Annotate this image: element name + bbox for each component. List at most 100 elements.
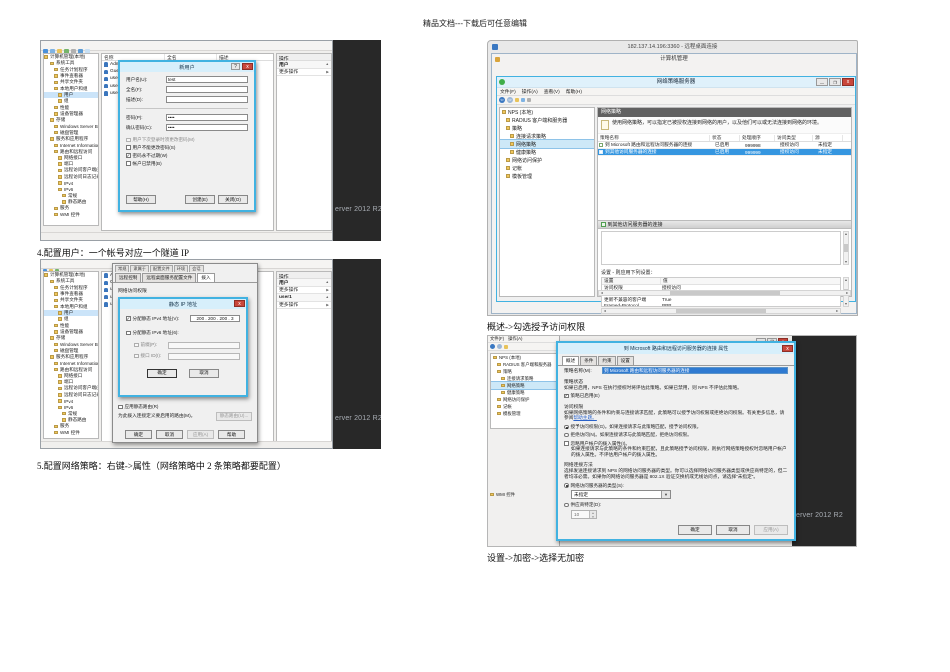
scroll-left-icon[interactable]: ◄ xyxy=(600,291,603,295)
tree-item[interactable]: 健康策略 xyxy=(500,148,594,156)
policy-row[interactable]: 到其他访问服务器的连接 已启用 999999 授权访问 未指定 xyxy=(598,149,851,156)
horizontal-scrollbar[interactable]: ◄ ► xyxy=(601,308,841,314)
menu-item[interactable]: 查看(V) xyxy=(541,88,563,95)
action-row[interactable]: 更多操作 xyxy=(277,302,331,309)
dialog-button[interactable]: 确定 xyxy=(125,430,152,439)
scroll-right-icon[interactable]: ► xyxy=(846,291,849,295)
close-button[interactable]: 关闭(O) xyxy=(218,195,248,204)
menu-item[interactable]: 文件(F) xyxy=(497,88,519,95)
policy-column-header[interactable]: 源 xyxy=(813,134,843,141)
toolbar-icon[interactable] xyxy=(504,344,508,349)
assign-ipv4-checkbox[interactable]: 分配静态 IPv4 地址(V): xyxy=(126,316,190,322)
tree-item[interactable]: RADIUS 客户端和服务器 xyxy=(500,116,594,124)
tab[interactable]: 远程控制 xyxy=(115,273,142,282)
create-button[interactable]: 创建(E) xyxy=(185,195,215,204)
toolbar-icon[interactable] xyxy=(527,98,531,102)
scroll-left-icon[interactable]: ◄ xyxy=(603,309,606,313)
menu-item[interactable]: 操作(A) xyxy=(506,336,524,342)
back-icon[interactable]: ⇦ xyxy=(499,97,505,103)
confirm-password-input[interactable]: •••• xyxy=(166,124,248,131)
scroll-up-icon[interactable]: ▲ xyxy=(844,232,847,236)
tree-item[interactable]: 连接请求策略 xyxy=(491,375,556,382)
vendor-specific-radio[interactable]: 供应商特定(D): xyxy=(564,502,788,508)
tab[interactable]: 常规 xyxy=(115,265,130,272)
policy-name-input[interactable]: 到 Microsoft 路由和远程访问服务器的连接 xyxy=(602,367,788,374)
ipv4-address-input[interactable]: 200 . 200 . 200 . 3 xyxy=(190,315,240,322)
toolbar-icon[interactable] xyxy=(521,98,525,102)
tab[interactable]: 拨入 xyxy=(197,273,215,282)
close-icon[interactable]: x xyxy=(242,63,253,70)
scroll-down-icon[interactable]: ▼ xyxy=(844,302,847,306)
username-input[interactable]: test xyxy=(166,76,248,83)
fullname-input[interactable] xyxy=(166,86,248,93)
tree-item[interactable]: 策略 xyxy=(500,124,594,132)
tree-item[interactable]: 策略 xyxy=(491,368,556,375)
menu-item[interactable]: 文件(F) xyxy=(488,336,506,342)
minimize-icon[interactable]: — xyxy=(816,78,828,86)
policy-column-header[interactable]: 状态 xyxy=(710,134,740,141)
desc-input[interactable] xyxy=(166,96,248,103)
deny-access-radio[interactable]: 拒绝访问(N)。如果连接请求与此策略匹配，拒绝访问权限。 xyxy=(564,432,788,438)
tab[interactable]: 约束 xyxy=(598,356,616,365)
setting-row[interactable]: Framed-Protocol PPP xyxy=(602,303,840,306)
tree-item[interactable]: 健康策略 xyxy=(491,389,556,396)
scroll-down-icon[interactable]: ▼ xyxy=(844,260,847,264)
tree-item[interactable]: WMI 控件 xyxy=(44,429,98,435)
tab[interactable]: 远程桌面服务配置文件 xyxy=(142,273,197,282)
tree-item[interactable]: WMI 控件 xyxy=(44,211,98,217)
nas-type-dropdown[interactable]: 未指定 ▼ xyxy=(571,490,671,500)
scroll-right-icon[interactable]: ► xyxy=(836,309,839,313)
interface-id-input[interactable] xyxy=(168,352,240,360)
tree-item[interactable]: 网络策略 xyxy=(491,381,556,390)
policy-column-header[interactable]: 处理顺序 xyxy=(740,134,775,141)
grant-access-radio[interactable]: 授予访问权限(G)。如果连接请求与此策略匹配，授予访问权限。 xyxy=(564,424,788,430)
dialog-button[interactable]: 帮助 xyxy=(218,430,245,439)
tree-item[interactable]: 模板管理 xyxy=(500,172,594,180)
tree-item[interactable]: NPS (本地) xyxy=(491,354,556,361)
tree-item[interactable]: NPS (本地) xyxy=(500,108,594,116)
forward-icon[interactable] xyxy=(497,344,502,349)
menu-item[interactable]: 帮助(H) xyxy=(563,88,585,95)
settings-col-key[interactable]: 设置 xyxy=(602,278,658,284)
scroll-up-icon[interactable]: ▲ xyxy=(844,278,847,282)
tab[interactable]: 概述 xyxy=(562,356,580,365)
static-routes-button[interactable]: 静态路由(U)... xyxy=(216,411,252,421)
action-row[interactable]: 更多操作 xyxy=(277,287,331,294)
close-icon[interactable]: x xyxy=(842,78,854,86)
tab[interactable]: 条件 xyxy=(580,356,598,365)
policy-column-header[interactable]: 访问类型 xyxy=(775,134,813,141)
tree-item[interactable]: 记帐 xyxy=(491,403,556,410)
tree-item[interactable]: 模板管理 xyxy=(491,410,556,417)
ok-button[interactable]: 确定 xyxy=(147,368,177,378)
checkbox-row[interactable]: 密码永不过期(W) xyxy=(126,153,248,159)
tab[interactable]: 环境 xyxy=(173,265,189,272)
more-actions[interactable]: 更多操作 xyxy=(277,69,331,76)
cancel-button[interactable]: 取消 xyxy=(189,368,219,378)
tree-item-wmi[interactable]: WMI 控件 xyxy=(488,491,559,498)
tab[interactable]: 配置文件 xyxy=(149,265,173,272)
vendor-specific-spinner[interactable]: 10 ▲ ▼ xyxy=(571,510,597,520)
dialog-button[interactable]: 确定 xyxy=(678,525,712,535)
tab[interactable]: 会话 xyxy=(189,265,204,272)
static-routes-checkbox[interactable]: 应用静态路由(R) xyxy=(118,404,252,410)
close-icon[interactable]: x xyxy=(782,344,793,352)
spinner-icons[interactable]: ▲ ▼ xyxy=(589,511,596,519)
help-icon[interactable]: ? xyxy=(231,63,240,70)
maximize-icon[interactable]: ❐ xyxy=(829,78,841,86)
dialog-button[interactable]: 取消 xyxy=(156,430,183,439)
policy-enabled-checkbox[interactable]: 策略已启用(E) xyxy=(564,393,788,399)
nas-type-radio[interactable]: 网络访问服务器的类型(S): xyxy=(564,483,788,489)
tree-item[interactable]: 记帐 xyxy=(500,164,594,172)
password-input[interactable]: •••• xyxy=(166,114,248,121)
tree-item[interactable]: 网络访问保护 xyxy=(491,396,556,403)
tab[interactable]: 设置 xyxy=(616,356,634,365)
dialog-button[interactable]: 应用(A) xyxy=(754,525,788,535)
checkbox-row[interactable]: 帐户已禁用(B) xyxy=(126,161,248,167)
pane-horizontal-scrollbar[interactable]: ◄ ► xyxy=(598,290,851,296)
interface-id-checkbox[interactable]: 接口 ID(I): xyxy=(134,353,168,359)
tree-item[interactable]: RADIUS 客户端和服务器 xyxy=(491,361,556,368)
checkbox-row[interactable]: 用户不能更改密码(S) xyxy=(126,145,248,151)
help-button[interactable]: 帮助(H) xyxy=(126,195,156,204)
forward-icon[interactable]: ⇨ xyxy=(507,97,513,103)
settings-col-value[interactable]: 值 xyxy=(660,278,840,284)
